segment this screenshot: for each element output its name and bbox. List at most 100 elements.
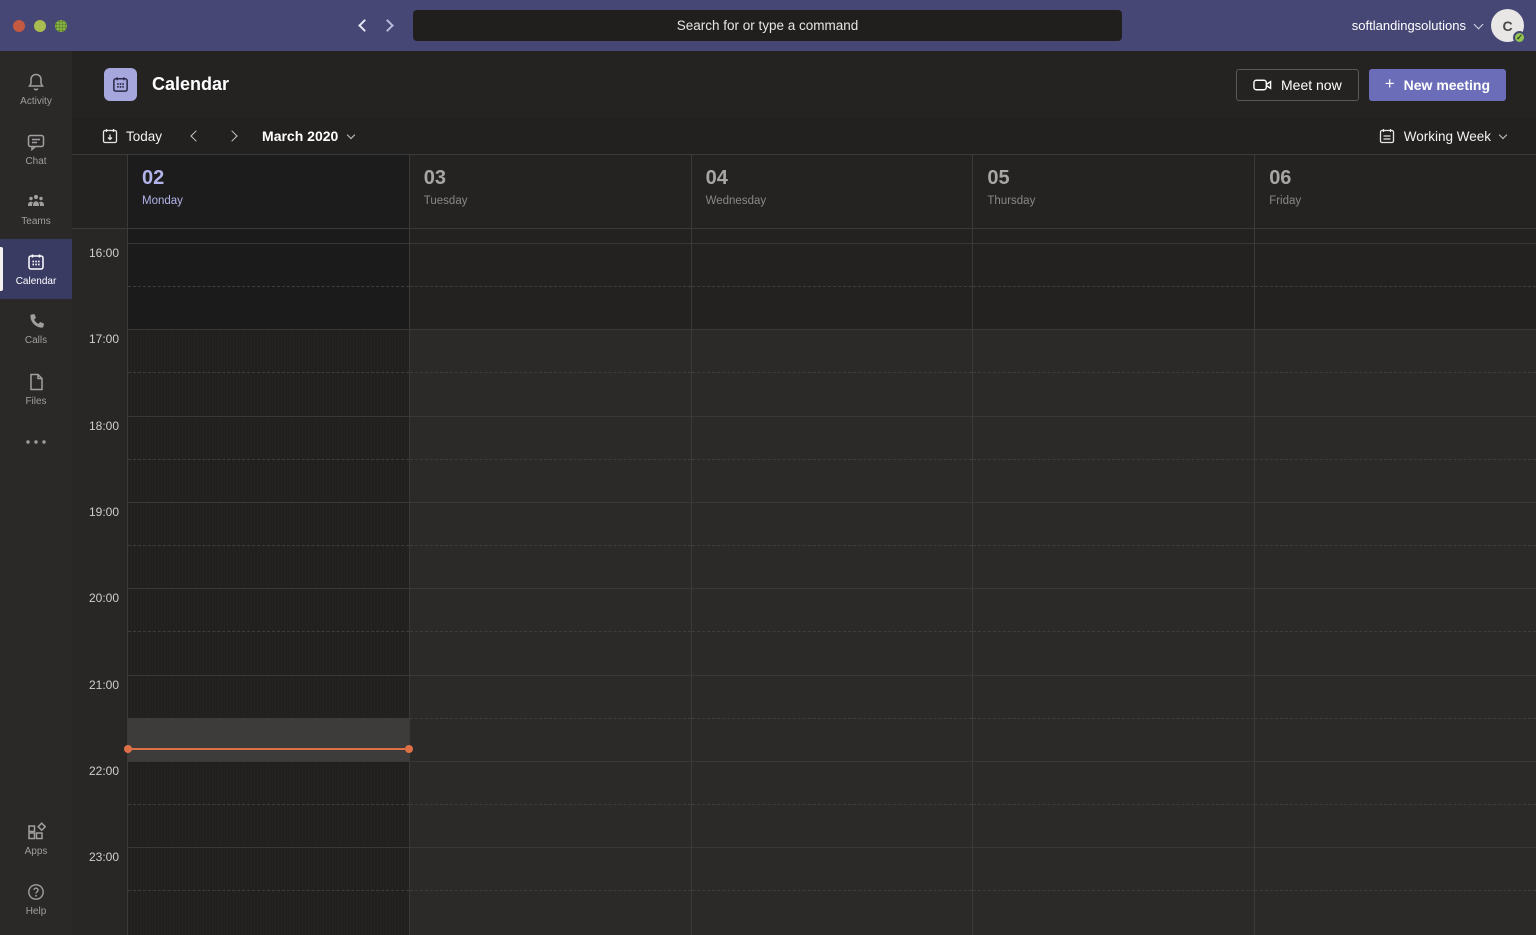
sidebar-item-teams[interactable]: Teams: [0, 179, 72, 239]
working-hours-shading: [691, 229, 973, 330]
sidebar-item-chat[interactable]: Chat: [0, 119, 72, 179]
hour-gridline: [1255, 329, 1536, 331]
hour-gridline: [1255, 415, 1536, 417]
sidebar-item-more[interactable]: [0, 419, 72, 479]
half-hour-gridline: [409, 458, 691, 460]
highlighted-time-slot[interactable]: [128, 717, 409, 761]
hour-gridline: [1255, 847, 1536, 849]
new-meeting-button[interactable]: + New meeting: [1368, 68, 1506, 101]
hour-gridline: [691, 674, 973, 676]
working-hours-shading: [1255, 229, 1536, 330]
half-hour-gridline: [128, 372, 409, 374]
hour-gridline: [128, 415, 409, 417]
window-minimize-button[interactable]: [34, 19, 46, 32]
previous-week-icon[interactable]: [190, 130, 202, 142]
hour-gridline: [409, 415, 691, 417]
sidebar-item-label: Calls: [24, 335, 48, 346]
window-controls: [13, 19, 67, 32]
half-hour-gridline: [691, 631, 973, 633]
day-number: 05: [987, 167, 1010, 189]
day-header-wednesday[interactable]: 04 Wednesday: [690, 155, 973, 228]
hour-gridline: [1255, 588, 1536, 590]
sidebar-item-calendar[interactable]: Calendar: [0, 239, 72, 299]
hour-gridline: [128, 674, 409, 676]
view-switcher[interactable]: Working Week: [1379, 128, 1508, 144]
half-hour-gridline: [1255, 545, 1536, 547]
day-column-thursday[interactable]: [972, 229, 1255, 935]
half-hour-gridline: [973, 803, 1255, 805]
sidebar-item-label: Activity: [20, 95, 52, 107]
half-hour-gridline: [128, 545, 409, 547]
half-hour-gridline: [973, 890, 1255, 892]
day-header-monday[interactable]: 02 Monday: [127, 155, 409, 228]
app-rail: Activity Chat Teams Calendar Calls Files Apps…: [0, 51, 72, 935]
day-headers-row: 02 Monday 03 Tuesday 04 Wednesday 05 Thursday 06…: [72, 155, 1536, 229]
hour-gridline: [409, 329, 691, 331]
chevron-down-icon[interactable]: [1473, 19, 1484, 29]
hour-gridline: [691, 847, 973, 849]
day-column-monday[interactable]: [124, 229, 413, 935]
tenant-name[interactable]: softlandingsolutions: [1352, 18, 1466, 33]
month-picker[interactable]: March 2020: [262, 128, 356, 144]
half-hour-gridline: [1255, 372, 1536, 374]
sidebar-item-files[interactable]: Files: [0, 359, 72, 419]
hour-gridline: [128, 847, 409, 849]
day-header-tuesday[interactable]: 03 Tuesday: [408, 155, 691, 228]
hour-gridline: [691, 329, 973, 331]
history-back-icon[interactable]: [358, 19, 371, 32]
hour-gridline: [973, 329, 1255, 331]
half-hour-gridline: [128, 803, 409, 805]
window-zoom-button[interactable]: [55, 19, 67, 32]
calendar-today-icon: [102, 129, 118, 144]
half-hour-gridline: [128, 890, 409, 892]
history-forward-icon[interactable]: [381, 19, 394, 32]
apps-icon: [26, 821, 46, 842]
hour-gridline: [1255, 760, 1536, 762]
half-hour-gridline: [1255, 631, 1536, 633]
sidebar-item-help[interactable]: Help: [0, 869, 72, 929]
half-hour-gridline: [691, 372, 973, 374]
calendar-icon: [26, 252, 46, 272]
today-button[interactable]: Today: [102, 128, 162, 144]
avatar[interactable]: C ✓: [1491, 9, 1526, 44]
half-hour-gridline: [409, 545, 691, 547]
time-gutter: 16:00 17:00 18:00 19:00 20:00 21:00 22:00 23:00: [72, 229, 127, 935]
half-hour-gridline: [973, 372, 1255, 374]
file-icon: [28, 372, 45, 392]
window-close-button[interactable]: [13, 19, 25, 32]
hour-gridline: [973, 588, 1255, 590]
half-hour-gridline: [1255, 458, 1536, 460]
day-header-friday[interactable]: 06 Friday: [1254, 155, 1536, 228]
meet-now-button[interactable]: Meet now: [1236, 68, 1359, 101]
hour-gridline: [409, 760, 691, 762]
half-hour-gridline: [1255, 890, 1536, 892]
half-hour-gridline: [409, 372, 691, 374]
hour-gridline: [128, 588, 409, 590]
sidebar-item-calls[interactable]: Calls: [0, 299, 72, 359]
calendar-toolbar: Today March 2020 Working Week: [72, 118, 1536, 155]
hour-gridline: [973, 674, 1255, 676]
day-column-tuesday[interactable]: [408, 229, 691, 935]
sidebar-item-activity[interactable]: Activity: [0, 59, 72, 119]
hour-gridline: [973, 847, 1255, 849]
half-hour-gridline: [1255, 803, 1536, 805]
search-input[interactable]: [413, 10, 1122, 41]
half-hour-gridline: [1255, 717, 1536, 719]
day-number: 04: [705, 167, 728, 189]
half-hour-gridline: [973, 458, 1255, 460]
working-hours-shading: [409, 229, 691, 330]
hour-gridline: [1255, 674, 1536, 676]
sidebar-item-apps[interactable]: Apps: [0, 809, 72, 869]
sidebar-item-label: Apps: [24, 845, 48, 857]
sidebar-item-label: Files: [25, 395, 47, 407]
day-column-wednesday[interactable]: [690, 229, 973, 935]
time-label: 17:00: [88, 332, 119, 347]
camera-icon: [1253, 79, 1272, 90]
calendar-grid: 16:00 17:00 18:00 19:00 20:00 21:00 22:00 23:00: [72, 229, 1536, 935]
hour-gridline: [128, 329, 409, 331]
day-header-thursday[interactable]: 05 Thursday: [972, 155, 1254, 228]
chevron-down-icon: [347, 130, 356, 139]
half-hour-gridline: [973, 717, 1255, 719]
next-week-icon[interactable]: [226, 130, 238, 142]
day-column-friday[interactable]: [1254, 229, 1536, 935]
